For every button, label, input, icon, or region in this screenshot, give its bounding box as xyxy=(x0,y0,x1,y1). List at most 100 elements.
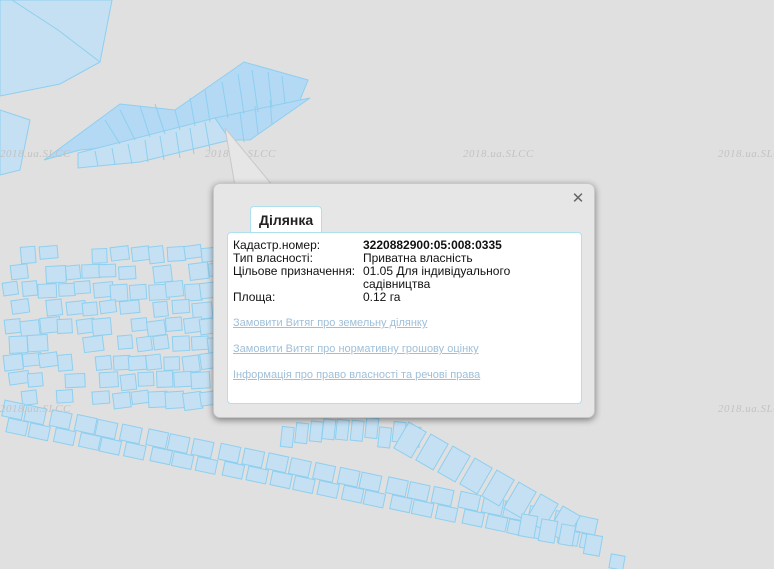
land-parcel[interactable] xyxy=(434,503,459,523)
land-parcel[interactable] xyxy=(336,466,361,488)
land-parcel[interactable] xyxy=(279,425,295,449)
land-parcel[interactable] xyxy=(358,471,383,493)
land-parcel[interactable] xyxy=(2,353,25,372)
land-parcel[interactable] xyxy=(10,297,31,315)
land-parcel[interactable] xyxy=(94,418,119,440)
land-parcel[interactable] xyxy=(410,499,435,519)
land-parcel[interactable] xyxy=(171,298,191,315)
land-parcel[interactable] xyxy=(64,372,86,389)
land-parcel[interactable] xyxy=(116,334,134,350)
land-parcel[interactable] xyxy=(155,370,174,388)
land-parcel[interactable] xyxy=(171,335,191,352)
land-parcel[interactable] xyxy=(181,354,201,374)
order-land-extract-link[interactable]: Замовити Витяг про земельну ділянку xyxy=(233,317,427,329)
land-parcel[interactable] xyxy=(91,317,113,337)
land-parcel[interactable] xyxy=(187,261,210,281)
land-parcel[interactable] xyxy=(26,333,49,353)
land-parcel[interactable] xyxy=(384,476,409,498)
land-parcel[interactable] xyxy=(308,420,324,443)
land-parcel[interactable] xyxy=(111,391,132,410)
land-parcel[interactable] xyxy=(406,481,431,503)
land-parcel[interactable] xyxy=(118,299,141,315)
land-parcel[interactable] xyxy=(430,485,455,507)
land-parcel[interactable] xyxy=(119,373,138,392)
close-icon[interactable]: ✕ xyxy=(571,191,585,206)
land-parcel[interactable] xyxy=(364,416,380,440)
land-parcel[interactable] xyxy=(173,370,194,388)
land-parcel[interactable] xyxy=(362,489,387,509)
land-parcel[interactable] xyxy=(130,245,151,263)
land-parcel[interactable] xyxy=(98,436,123,456)
land-parcel[interactable] xyxy=(183,243,203,260)
land-parcel[interactable] xyxy=(81,301,99,317)
land-parcel[interactable] xyxy=(64,264,82,281)
land-parcel[interactable] xyxy=(287,457,312,479)
land-parcel[interactable] xyxy=(349,419,365,442)
land-parcel[interactable] xyxy=(582,533,604,557)
land-parcel[interactable] xyxy=(152,334,170,351)
land-parcel[interactable] xyxy=(164,390,185,410)
land-parcel[interactable] xyxy=(9,263,29,281)
land-parcel-large[interactable] xyxy=(0,109,31,176)
land-parcel[interactable] xyxy=(98,371,120,389)
land-parcel[interactable] xyxy=(117,265,137,281)
land-parcel[interactable] xyxy=(321,418,337,441)
land-parcel[interactable] xyxy=(137,371,155,387)
land-parcel[interactable] xyxy=(37,283,58,299)
land-parcel[interactable] xyxy=(170,451,195,471)
land-parcel[interactable] xyxy=(294,422,310,445)
land-parcel[interactable] xyxy=(7,369,31,386)
land-parcel[interactable] xyxy=(312,461,337,483)
land-parcel[interactable] xyxy=(292,475,316,495)
land-parcel[interactable] xyxy=(190,437,215,459)
land-parcel[interactable] xyxy=(334,418,350,441)
land-parcel[interactable] xyxy=(56,318,73,335)
land-parcel[interactable] xyxy=(557,523,577,547)
land-parcel[interactable] xyxy=(265,452,290,474)
land-parcel-large[interactable] xyxy=(0,0,113,97)
land-parcel[interactable] xyxy=(127,355,148,372)
land-parcel[interactable] xyxy=(26,372,44,388)
land-parcel[interactable] xyxy=(45,298,64,317)
land-parcel[interactable] xyxy=(190,335,210,351)
land-parcel[interactable] xyxy=(19,245,37,265)
land-parcel[interactable] xyxy=(194,455,219,475)
land-parcel[interactable] xyxy=(135,335,154,353)
land-parcel[interactable] xyxy=(152,300,170,318)
land-parcel[interactable] xyxy=(130,317,149,332)
land-parcel[interactable] xyxy=(164,279,185,298)
land-parcel[interactable] xyxy=(166,245,187,262)
land-parcel[interactable] xyxy=(3,318,22,335)
land-parcel[interactable] xyxy=(316,479,340,499)
land-parcel[interactable] xyxy=(91,247,108,264)
land-parcel[interactable] xyxy=(118,423,143,445)
land-parcel[interactable] xyxy=(98,263,117,278)
land-parcel[interactable] xyxy=(55,389,74,404)
land-parcel[interactable] xyxy=(128,283,148,301)
land-parcel[interactable] xyxy=(45,265,67,284)
ownership-rights-info-link[interactable]: Інформація про право власності та речові… xyxy=(233,369,480,381)
land-parcel[interactable] xyxy=(94,354,113,371)
land-parcel[interactable] xyxy=(241,447,266,469)
land-parcel[interactable] xyxy=(145,428,170,450)
land-parcel[interactable] xyxy=(190,371,211,390)
land-parcel[interactable] xyxy=(81,263,102,279)
land-parcel[interactable] xyxy=(147,245,166,265)
land-parcel[interactable] xyxy=(152,264,174,284)
land-parcel[interactable] xyxy=(191,301,214,321)
land-parcel[interactable] xyxy=(73,280,92,295)
land-parcel[interactable] xyxy=(130,389,150,406)
land-parcel[interactable] xyxy=(37,351,59,369)
land-parcel[interactable] xyxy=(98,299,118,315)
land-parcel[interactable] xyxy=(217,442,242,464)
land-parcel[interactable] xyxy=(109,283,129,303)
land-parcel[interactable] xyxy=(245,465,270,485)
land-parcel[interactable] xyxy=(38,244,59,260)
land-parcel[interactable] xyxy=(73,413,98,435)
order-valuation-extract-link[interactable]: Замовити Витяг про нормативну грошову оц… xyxy=(233,343,479,355)
land-parcel[interactable] xyxy=(163,356,181,371)
land-parcel[interactable] xyxy=(608,553,626,569)
land-parcel[interactable] xyxy=(82,334,105,354)
land-parcel[interactable] xyxy=(517,513,539,539)
land-parcel[interactable] xyxy=(145,353,163,371)
